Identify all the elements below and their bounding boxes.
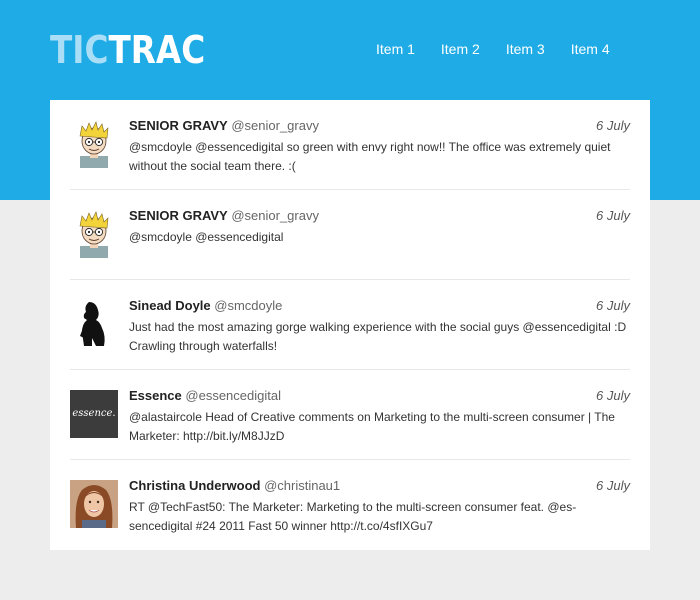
author-name[interactable]: Sinead Doyle bbox=[129, 298, 211, 313]
tweet-header: Christina Underwood @christinau1 bbox=[129, 478, 340, 494]
tweet-item: essence. Essence @essencedigital 6 July … bbox=[70, 370, 630, 460]
tweet-item: Sinead Doyle @smcdoyle 6 July Just had t… bbox=[70, 280, 630, 370]
tweet-date: 6 July bbox=[596, 298, 630, 313]
tweet-text: Just had the most amazing gorge walking … bbox=[129, 320, 627, 353]
essence-logo-text: essence. bbox=[72, 408, 116, 419]
tweet-date: 6 July bbox=[596, 208, 630, 223]
tweet-header: SENIOR GRAVY @senior_gravy bbox=[129, 208, 319, 224]
nav-item-3[interactable]: Item 3 bbox=[506, 41, 545, 57]
author-handle[interactable]: @senior_gravy bbox=[231, 208, 319, 223]
tweet-text: @smcdoyle @essencedigital bbox=[129, 230, 284, 244]
author-handle[interactable]: @smcdoyle bbox=[214, 298, 282, 313]
cartoon-avatar[interactable] bbox=[70, 120, 118, 168]
tweet-date: 6 July bbox=[596, 478, 630, 493]
tweet-header: Sinead Doyle @smcdoyle bbox=[129, 298, 282, 314]
tweet-text: RT @TechFast50: The Marketer: Marketing … bbox=[129, 500, 577, 533]
tweet-header: SENIOR GRAVY @senior_gravy bbox=[129, 118, 319, 134]
tweet-header: Essence @essencedigital bbox=[129, 388, 281, 404]
tweet-item: SENIOR GRAVY @senior_gravy 6 July @smcdo… bbox=[70, 100, 630, 190]
tweet-text: @smcdoyle @essencedigital so green with … bbox=[129, 140, 611, 173]
silhouette-avatar[interactable] bbox=[70, 300, 118, 348]
author-handle[interactable]: @christinau1 bbox=[264, 478, 340, 493]
author-handle[interactable]: @essencedigital bbox=[185, 388, 281, 403]
cartoon-avatar[interactable] bbox=[70, 210, 118, 258]
photo-avatar[interactable] bbox=[70, 480, 118, 528]
nav-item-1[interactable]: Item 1 bbox=[376, 41, 415, 57]
author-name[interactable]: SENIOR GRAVY bbox=[129, 118, 228, 133]
tweet-item: SENIOR GRAVY @senior_gravy 6 July @smcdo… bbox=[70, 190, 630, 280]
author-name[interactable]: Christina Underwood bbox=[129, 478, 260, 493]
essence-logo-avatar[interactable]: essence. bbox=[70, 390, 118, 438]
nav-item-2[interactable]: Item 2 bbox=[441, 41, 480, 57]
tictrac-logo[interactable]: TICTRAC bbox=[50, 28, 205, 72]
author-name[interactable]: SENIOR GRAVY bbox=[129, 208, 228, 223]
tweet-feed: SENIOR GRAVY @senior_gravy 6 July @smcdo… bbox=[50, 100, 650, 550]
tweet-text: @alastaircole Head of Creative comments … bbox=[129, 410, 615, 443]
author-handle[interactable]: @senior_gravy bbox=[231, 118, 319, 133]
tweet-item: Christina Underwood @christinau1 6 July … bbox=[70, 460, 630, 550]
tweet-date: 6 July bbox=[596, 388, 630, 403]
nav-item-4[interactable]: Item 4 bbox=[571, 41, 610, 57]
author-name[interactable]: Essence bbox=[129, 388, 182, 403]
main-nav: Item 1 Item 2 Item 3 Item 4 bbox=[376, 41, 636, 57]
logo-trac: TRAC bbox=[108, 28, 206, 72]
logo-tic: TIC bbox=[50, 28, 109, 72]
tweet-date: 6 July bbox=[596, 118, 630, 133]
